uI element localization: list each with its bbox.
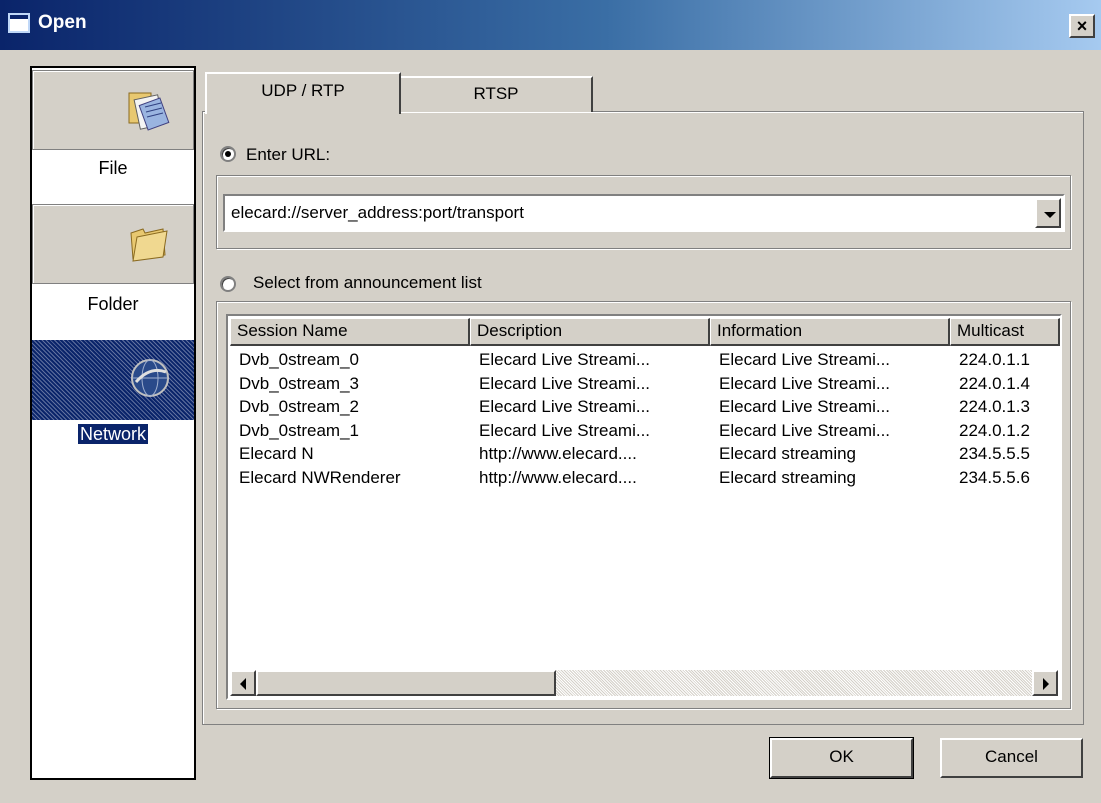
cell-session-name: Dvb_0stream_3 (239, 373, 360, 393)
cell-multicast: 224.0.1.2 (959, 420, 1030, 440)
url-dropdown-button[interactable] (1035, 198, 1061, 228)
cell-information: Elecard Live Streami... (719, 350, 891, 369)
session-list[interactable]: Session Name Description Information Mul… (226, 314, 1062, 700)
chevron-down-icon (1044, 212, 1056, 218)
cell-information: Elecard streaming (719, 444, 857, 463)
tab-rtsp[interactable]: RTSP (401, 76, 593, 112)
tab-udp-rtp[interactable]: UDP / RTP (205, 72, 401, 114)
title-bar[interactable]: Open × (0, 0, 1101, 50)
cell-multicast: 224.0.1.1 (959, 350, 1030, 369)
list-row[interactable]: Dvb_0stream_1 Elecard Live Streami... El… (230, 419, 1060, 443)
scroll-thumb[interactable] (256, 670, 556, 696)
enter-url-radio[interactable] (220, 146, 236, 162)
cell-description: http://www.elecard.... (479, 467, 637, 487)
column-header-session-name[interactable]: Session Name (230, 318, 470, 346)
list-rows: Dvb_0stream_0 Elecard Live Streami... El… (230, 348, 1060, 489)
cell-description: Elecard Live Streami... (479, 420, 651, 440)
enter-url-label: Enter URL: (246, 145, 331, 164)
folder-icon (130, 228, 168, 262)
cell-information: Elecard Live Streami... (719, 397, 891, 416)
place-file-button[interactable] (32, 70, 194, 150)
place-folder-label: Folder (87, 294, 139, 314)
announcement-label: Select from announcement list (253, 273, 482, 292)
place-network-button[interactable] (32, 340, 194, 420)
horizontal-scrollbar[interactable] (230, 670, 1058, 696)
places-bar: File Folder Network (30, 66, 196, 780)
place-file-label: File (98, 158, 128, 178)
cancel-button[interactable]: Cancel (940, 738, 1083, 778)
file-icon (128, 92, 170, 131)
scroll-right-button[interactable] (1032, 670, 1058, 696)
url-input[interactable]: elecard://server_address:port/transport (231, 203, 524, 223)
place-network-label: Network (76, 423, 150, 445)
scroll-left-button[interactable] (230, 670, 256, 696)
list-row[interactable]: Dvb_0stream_2 Elecard Live Streami... El… (230, 395, 1060, 419)
cell-information: Elecard Live Streami... (719, 420, 891, 440)
cell-multicast: 224.0.1.4 (959, 373, 1030, 393)
network-globe-icon (131, 359, 169, 397)
close-icon: × (1076, 16, 1088, 36)
window-icon (8, 13, 30, 33)
cell-multicast: 224.0.1.3 (959, 397, 1030, 416)
cell-description: Elecard Live Streami... (479, 373, 651, 393)
list-row[interactable]: Elecard N http://www.elecard.... Elecard… (230, 442, 1060, 466)
url-combobox[interactable]: elecard://server_address:port/transport (223, 194, 1065, 232)
cell-description: Elecard Live Streami... (479, 350, 651, 369)
list-header: Session Name Description Information Mul… (230, 318, 1060, 346)
window-title: Open (38, 12, 87, 33)
cell-multicast: 234.5.5.6 (959, 467, 1030, 487)
cell-information: Elecard streaming (719, 467, 857, 487)
column-header-information[interactable]: Information (710, 318, 950, 346)
column-header-multicast[interactable]: Multicast (950, 318, 1060, 346)
announcement-radio[interactable] (220, 276, 236, 292)
cell-multicast: 234.5.5.5 (959, 444, 1030, 463)
arrow-right-icon (1043, 678, 1049, 690)
place-folder-button[interactable] (32, 204, 194, 284)
cell-session-name: Elecard NWRenderer (239, 467, 401, 487)
cell-session-name: Dvb_0stream_1 (239, 420, 360, 440)
ok-button[interactable]: OK (769, 737, 914, 779)
cell-information: Elecard Live Streami... (719, 373, 891, 393)
list-row[interactable]: Elecard NWRenderer http://www.elecard...… (230, 466, 1060, 490)
arrow-left-icon (240, 678, 246, 690)
close-button[interactable]: × (1069, 14, 1095, 38)
cell-session-name: Elecard N (239, 444, 314, 463)
list-row[interactable]: Dvb_0stream_0 Elecard Live Streami... El… (230, 348, 1060, 372)
cell-description: Elecard Live Streami... (479, 397, 651, 416)
cell-session-name: Dvb_0stream_2 (239, 397, 360, 416)
cell-description: http://www.elecard.... (479, 444, 637, 463)
cell-session-name: Dvb_0stream_0 (239, 350, 360, 369)
column-header-description[interactable]: Description (470, 318, 710, 346)
list-row[interactable]: Dvb_0stream_3 Elecard Live Streami... El… (230, 372, 1060, 396)
